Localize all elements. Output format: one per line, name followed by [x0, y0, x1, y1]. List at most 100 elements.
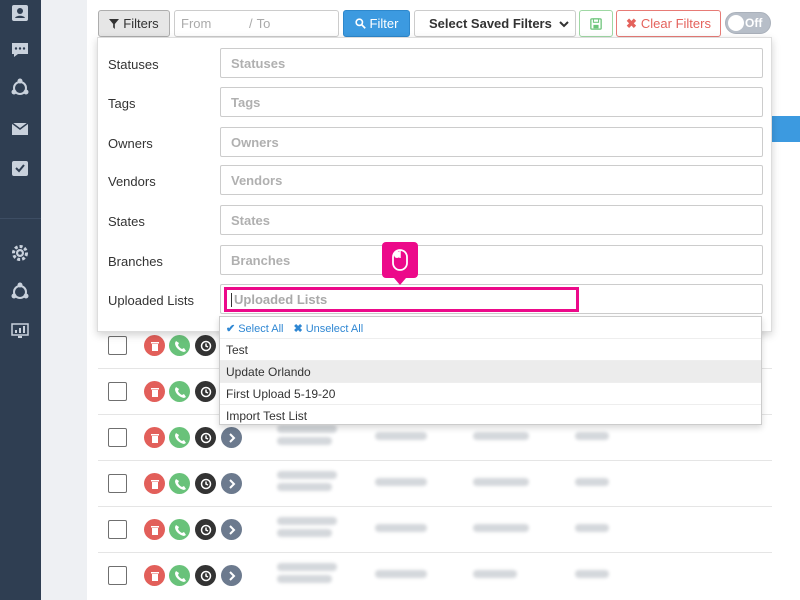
history-icon — [200, 570, 211, 581]
row-checkbox[interactable] — [108, 382, 127, 401]
apply-filter-button[interactable]: Filter — [343, 10, 410, 37]
history-button[interactable] — [195, 381, 216, 402]
call-button[interactable] — [169, 519, 190, 540]
dropdown-option[interactable]: First Upload 5-19-20 — [220, 382, 761, 404]
uploaded-lists-label: Uploaded Lists — [108, 293, 194, 308]
row-checkbox[interactable] — [108, 336, 127, 355]
history-button[interactable] — [195, 565, 216, 586]
task-check-icon[interactable] — [9, 157, 31, 179]
history-button[interactable] — [195, 427, 216, 448]
phone-icon — [174, 478, 186, 490]
blurred-cell — [575, 478, 609, 486]
delete-button[interactable] — [144, 381, 165, 402]
row-checkbox[interactable] — [108, 474, 127, 493]
blurred-cell — [375, 570, 427, 578]
uploaded-lists-search-input[interactable]: Uploaded Lists — [224, 287, 579, 312]
clear-filters-button[interactable]: ✖ Clear Filters — [616, 10, 721, 37]
network-icon[interactable] — [9, 281, 31, 303]
delete-button[interactable] — [144, 519, 165, 540]
details-button[interactable] — [221, 565, 242, 586]
delete-button[interactable] — [144, 565, 165, 586]
close-icon: ✖ — [293, 323, 303, 335]
dropdown-actions: ✔ Select All ✖ Unselect All — [226, 322, 363, 335]
toggle-knob — [728, 15, 744, 31]
blurred-cell — [473, 432, 529, 440]
row-checkbox[interactable] — [108, 520, 127, 539]
trash-icon — [150, 479, 159, 489]
table-row — [98, 460, 275, 506]
network-icon[interactable] — [9, 77, 31, 99]
phone-icon — [174, 386, 186, 398]
call-button[interactable] — [169, 381, 190, 402]
uploaded-lists-dropdown: ✔ Select All ✖ Unselect All Test Update Or… — [219, 316, 762, 425]
owners-input[interactable]: Owners — [220, 127, 763, 157]
owners-label: Owners — [108, 136, 153, 151]
vendors-input[interactable]: Vendors — [220, 165, 763, 195]
tags-label: Tags — [108, 96, 136, 111]
date-range-input[interactable]: From / To — [174, 10, 339, 37]
call-button[interactable] — [169, 335, 190, 356]
saved-filters-select[interactable]: Select Saved Filters — [414, 10, 576, 37]
history-button[interactable] — [195, 473, 216, 494]
clear-filters-label: Clear Filters — [640, 16, 711, 31]
date-separator: / — [249, 16, 253, 31]
delete-button[interactable] — [144, 427, 165, 448]
table-row-line — [275, 552, 772, 600]
details-button[interactable] — [221, 427, 242, 448]
row-checkbox[interactable] — [108, 566, 127, 585]
branches-input[interactable]: Branches — [220, 245, 763, 275]
select-all-link[interactable]: ✔ Select All — [226, 322, 283, 335]
select-all-label: Select All — [238, 323, 284, 335]
apply-filter-label: Filter — [369, 16, 399, 31]
branches-label: Branches — [108, 254, 163, 269]
check-icon: ✔ — [226, 323, 236, 335]
dropdown-option[interactable]: Test — [220, 338, 761, 360]
blurred-cell — [375, 432, 427, 440]
blurred-cell — [575, 432, 609, 440]
envelope-icon[interactable] — [9, 118, 31, 140]
history-button[interactable] — [195, 335, 216, 356]
chevron-right-icon — [228, 478, 235, 489]
tags-input[interactable]: Tags — [220, 87, 763, 117]
blurred-cell — [473, 478, 529, 486]
chat-icon[interactable] — [9, 39, 31, 61]
history-button[interactable] — [195, 519, 216, 540]
unselect-all-label: Unselect All — [305, 323, 364, 335]
dropdown-option-highlighted[interactable]: Update Orlando — [220, 360, 761, 382]
off-toggle[interactable]: Off — [725, 12, 771, 34]
delete-button[interactable] — [144, 335, 165, 356]
phone-icon — [174, 524, 186, 536]
toggle-label: Off — [745, 16, 763, 30]
mouse-icon — [392, 249, 408, 271]
statuses-input[interactable]: Statuses — [220, 48, 763, 78]
blurred-cell — [277, 425, 337, 433]
phone-icon — [174, 340, 186, 352]
blurred-cell — [375, 478, 427, 486]
row-checkbox[interactable] — [108, 428, 127, 447]
details-button[interactable] — [221, 473, 242, 494]
blurred-cell — [277, 563, 337, 571]
gear-icon[interactable] — [9, 242, 31, 264]
trash-icon — [150, 341, 159, 351]
call-button[interactable] — [169, 473, 190, 494]
call-button[interactable] — [169, 427, 190, 448]
unselect-all-link[interactable]: ✖ Unselect All — [293, 322, 363, 335]
states-input[interactable]: States — [220, 205, 763, 235]
monitor-chart-icon[interactable] — [9, 320, 31, 342]
dropdown-option[interactable]: Import Test List — [220, 404, 761, 426]
states-label: States — [108, 214, 145, 229]
chevron-right-icon — [228, 524, 235, 535]
delete-button[interactable] — [144, 473, 165, 494]
filters-toggle-button[interactable]: Filters — [98, 10, 170, 37]
blurred-cell — [277, 575, 332, 583]
sidebar-nav — [0, 0, 41, 600]
date-to-placeholder: To — [256, 16, 271, 31]
call-button[interactable] — [169, 565, 190, 586]
details-button[interactable] — [221, 519, 242, 540]
contact-card-icon[interactable] — [9, 2, 31, 24]
save-filter-button[interactable] — [579, 10, 613, 37]
table-row-line — [275, 460, 772, 506]
trash-icon — [150, 387, 159, 397]
trash-icon — [150, 433, 159, 443]
table-row-line — [275, 506, 772, 552]
